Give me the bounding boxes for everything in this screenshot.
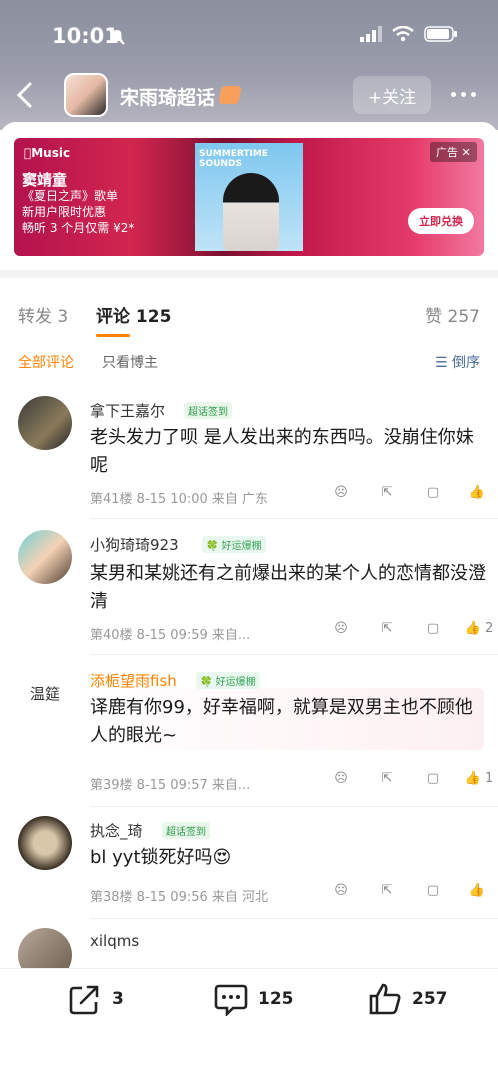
- filter-host-only[interactable]: 只看博主: [102, 352, 158, 372]
- follow-button[interactable]: +关注: [353, 76, 431, 114]
- dislike-icon[interactable]: ☹: [318, 771, 364, 786]
- avatar[interactable]: [18, 396, 72, 450]
- signal-icon: [360, 26, 382, 42]
- ad-artist-image: [223, 173, 279, 251]
- comment-actions: ☹ ⇱ ▢ 👍 2: [318, 621, 498, 636]
- comment-meta: 第39楼 8-15 09:57 来自...: [90, 778, 251, 793]
- comment-text: 译鹿有你99，好幸福啊，就算是双男主也不顾他人的眼光~: [90, 697, 473, 746]
- thumbs-up-icon: [369, 983, 401, 1015]
- ad-line-4: 畅听 3 个月仅需 ¥2*: [22, 221, 135, 235]
- ad-text: 窦靖童 《夏日之声》歌单 新用户限时优惠 畅听 3 个月仅需 ¥2*: [22, 172, 134, 236]
- sort-icon: ☰: [434, 355, 448, 371]
- reply-icon[interactable]: ▢: [410, 485, 456, 500]
- like-icon[interactable]: 👍 1: [456, 771, 498, 786]
- comment-divider: [90, 918, 498, 919]
- share-icon[interactable]: ⇱: [364, 771, 410, 786]
- section-separator: [0, 270, 498, 278]
- more-menu-icon[interactable]: [451, 92, 476, 97]
- tab-likes[interactable]: 赞 257: [425, 302, 480, 327]
- like-button[interactable]: 257: [368, 982, 448, 1016]
- comment-meta: 第40楼 8-15 09:59 来自...: [90, 628, 251, 643]
- comment-text: 某男和某姚还有之前爆出来的某个人的恋情都没澄清: [90, 563, 486, 612]
- tab-repost[interactable]: 转发 3: [18, 302, 68, 327]
- reply-icon[interactable]: ▢: [410, 771, 456, 786]
- wifi-icon: [392, 26, 414, 42]
- comment-icon: [214, 984, 248, 1016]
- ad-line-1: 窦靖童: [22, 171, 68, 189]
- repost-count: 3: [112, 989, 124, 1009]
- share-icon[interactable]: ⇱: [364, 621, 410, 636]
- comment-actions: ☹ ⇱ ▢ 👍 1: [318, 771, 498, 786]
- like-count: 257: [412, 989, 448, 1009]
- avatar[interactable]: [18, 530, 72, 584]
- share-icon[interactable]: ⇱: [364, 883, 410, 898]
- avatar[interactable]: 温筵: [18, 666, 72, 720]
- repost-icon: [69, 985, 99, 1015]
- dislike-icon[interactable]: ☹: [318, 485, 364, 500]
- comment-meta: 第41楼 8-15 10:00 来自 广东: [90, 492, 269, 507]
- ad-line-2: 《夏日之声》歌单: [22, 189, 119, 203]
- share-icon[interactable]: ⇱: [364, 485, 410, 500]
- ad-album-art: SUMMERTIME SOUNDS: [195, 143, 303, 251]
- topic-avatar[interactable]: [64, 73, 108, 117]
- comment-count: 125: [258, 989, 294, 1009]
- comment-badge: 超话签到: [162, 822, 210, 839]
- status-icons: [360, 26, 458, 42]
- comment-button[interactable]: 125: [214, 982, 294, 1016]
- topic-level-badge-icon: [218, 86, 242, 104]
- avatar[interactable]: [18, 816, 72, 870]
- comment-author[interactable]: xilqms: [90, 932, 139, 950]
- ad-album-title: SUMMERTIME SOUNDS: [199, 149, 268, 169]
- comment-meta: 第38楼 8-15 09:56 来自 河北: [90, 890, 269, 905]
- ad-close-tag[interactable]: 广告 ✕: [430, 142, 477, 162]
- ad-banner[interactable]: Music 窦靖童 《夏日之声》歌单 新用户限时优惠 畅听 3 个月仅需 ¥2…: [14, 138, 484, 256]
- bell-muted-icon: [109, 29, 125, 45]
- comment-actions: ☹ ⇱ ▢ 👍: [318, 485, 498, 500]
- comment-author[interactable]: 拿下王嘉尔: [90, 400, 165, 421]
- comment-divider: [90, 518, 498, 519]
- comment-author[interactable]: 添栀望雨fish: [90, 670, 177, 691]
- back-arrow-icon[interactable]: [12, 80, 38, 110]
- page-title[interactable]: 宋雨琦超话: [120, 83, 215, 110]
- tab-comments[interactable]: 评论 125: [96, 302, 171, 327]
- comment-text: 老头发力了呗 是人发出来的东西吗。没崩住你妹呢: [90, 427, 474, 476]
- comment-badge: 🍀 好运爆棚: [202, 536, 266, 553]
- comment-actions: ☹ ⇱ ▢ 👍: [318, 883, 498, 898]
- comment-author[interactable]: 小狗琦琦923: [90, 534, 179, 555]
- like-icon[interactable]: 👍: [456, 883, 498, 898]
- tab-active-indicator: [96, 334, 130, 337]
- like-icon[interactable]: 👍: [456, 485, 498, 500]
- sort-button[interactable]: ☰ 倒序: [435, 352, 480, 372]
- sort-label: 倒序: [452, 355, 480, 371]
- comment-author[interactable]: 执念_琦: [90, 820, 143, 841]
- comment-badge: 🍀 好运爆棚: [196, 672, 260, 689]
- filter-all-comments[interactable]: 全部评论: [18, 352, 74, 372]
- comment-divider: [90, 806, 498, 807]
- reply-icon[interactable]: ▢: [410, 883, 456, 898]
- comment-text: bl yyt锁死好吗😍: [90, 847, 232, 868]
- dislike-icon[interactable]: ☹: [318, 621, 364, 636]
- ad-line-3: 新用户限时优惠: [22, 205, 107, 219]
- comment-divider: [90, 654, 498, 655]
- comment-badge: 超话签到: [184, 402, 232, 419]
- battery-icon: [424, 26, 457, 42]
- ad-redeem-button[interactable]: 立即兑换: [408, 208, 474, 234]
- repost-button[interactable]: 3: [68, 982, 124, 1016]
- ad-brand-logo: Music: [24, 146, 70, 160]
- like-icon[interactable]: 👍 2: [456, 621, 498, 636]
- dislike-icon[interactable]: ☹: [318, 883, 364, 898]
- reply-icon[interactable]: ▢: [410, 621, 456, 636]
